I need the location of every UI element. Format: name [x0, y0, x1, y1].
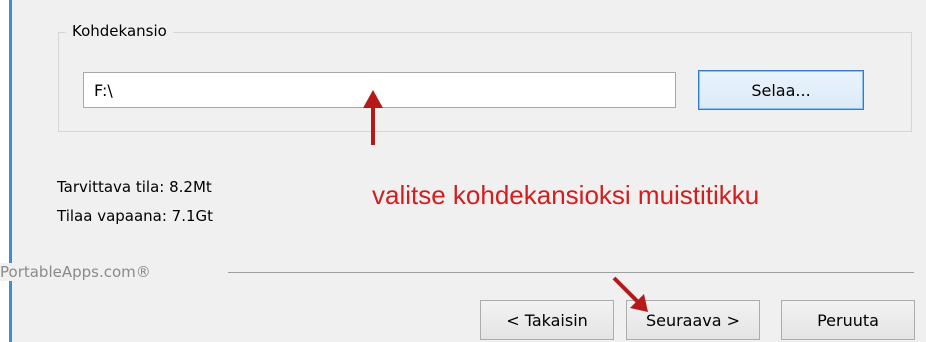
footer-brand: PortableApps.com®: [0, 263, 157, 281]
destination-group-title: Kohdekansio: [66, 21, 173, 41]
browse-button[interactable]: Selaa...: [698, 70, 864, 110]
cancel-button[interactable]: Peruuta: [781, 300, 915, 340]
free-space-label: Tilaa vapaana: 7.1Gt: [57, 207, 214, 225]
next-button[interactable]: Seuraava >: [626, 300, 760, 340]
window-left-edge: [0, 0, 12, 342]
installer-window: Kohdekansio Selaa... Tarvittava tila: 8.…: [0, 0, 926, 342]
required-space-label: Tarvittava tila: 8.2Mt: [57, 178, 212, 196]
footer-divider: [228, 272, 914, 273]
annotation-text: valitse kohdekansioksi muistitikku: [372, 180, 760, 210]
destination-path-input[interactable]: [83, 72, 676, 108]
back-button[interactable]: < Takaisin: [480, 300, 614, 340]
